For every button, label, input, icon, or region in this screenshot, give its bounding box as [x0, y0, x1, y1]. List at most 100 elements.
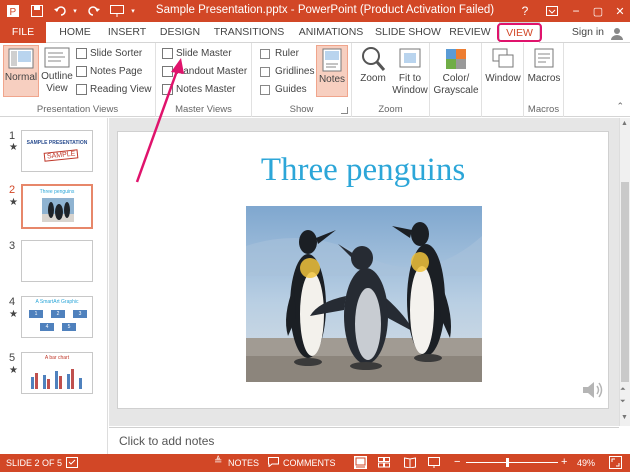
group-window: Window	[482, 43, 524, 117]
fit-slide-icon[interactable]	[609, 456, 622, 471]
fit-to-window-button[interactable]: Fit to Window	[392, 45, 428, 101]
proofing-icon[interactable]	[66, 457, 78, 470]
scrollbar-thumb[interactable]	[621, 182, 629, 382]
color-label-line1: Color/	[442, 73, 470, 84]
tab-transitions[interactable]: TRANSITIONS	[210, 22, 288, 43]
reading-view-button[interactable]: Reading View	[76, 84, 152, 95]
audio-speaker-icon[interactable]	[580, 378, 604, 402]
guides-check-box[interactable]	[260, 84, 270, 95]
thumb-4-box-1: 1	[29, 310, 43, 318]
zoom-out-icon[interactable]: −	[454, 456, 460, 468]
slide-thumbnail-2[interactable]: Three penguins	[21, 184, 93, 229]
title-bar: P ▾ ▾ Sample Presentation.pptx - PowerPo…	[0, 0, 630, 22]
help-button[interactable]: ?	[513, 0, 537, 22]
slide-master-button[interactable]: Slide Master	[162, 48, 232, 59]
comments-status-icon[interactable]	[268, 457, 279, 469]
ruler-checkbox[interactable]: Ruler	[260, 48, 299, 59]
slide-show-status-icon[interactable]	[428, 457, 440, 470]
reading-view-status-icon[interactable]	[404, 457, 416, 470]
thumb-2-image	[42, 198, 74, 222]
current-slide[interactable]: Three penguins	[117, 131, 609, 409]
fit-label-line2: Window	[392, 85, 428, 96]
macros-button[interactable]: Macros	[526, 45, 562, 97]
slide-thumbnail-1[interactable]: SAMPLE PRESENTATION SAMPLE	[21, 130, 93, 172]
vertical-scrollbar[interactable]: ▲ ⏶ ⏷ ▼	[619, 118, 630, 426]
penguin-photo[interactable]	[246, 206, 482, 382]
window-button[interactable]: Window	[484, 45, 522, 101]
sign-in-link[interactable]: Sign in	[572, 26, 604, 38]
thumb-number-3: 3	[9, 240, 16, 252]
slide-title[interactable]: Three penguins	[118, 152, 608, 189]
zoom-group-label: Zoom	[378, 104, 403, 115]
tab-file[interactable]: FILE	[0, 22, 46, 43]
handout-master-label: Handout Master	[176, 66, 248, 77]
restore-button[interactable]: ▢	[586, 0, 610, 22]
slide-thumbnail-5[interactable]: A bar chart	[21, 352, 93, 394]
notes-page-button[interactable]: Notes Page	[76, 66, 142, 77]
color-grayscale-button[interactable]: Color/ Grayscale	[432, 45, 480, 105]
notes-master-button[interactable]: Notes Master	[162, 84, 235, 95]
fit-to-window-icon	[399, 48, 421, 68]
outline-label-line1: Outline	[41, 71, 73, 82]
minimize-button[interactable]: −	[564, 0, 588, 22]
normal-view-button[interactable]: Normal	[3, 45, 39, 97]
macros-group-label: Macros	[527, 104, 560, 115]
gridlines-checkbox[interactable]: Gridlines	[260, 66, 314, 77]
customize-toolbar-icon[interactable]: ▾	[128, 2, 138, 20]
slide-thumbnail-4[interactable]: A SmartArt Graphic 1 2 3 4 5	[21, 296, 93, 338]
zoom-percentage[interactable]: 49%	[577, 458, 595, 468]
guides-checkbox[interactable]: Guides	[260, 84, 307, 95]
tab-review[interactable]: REVIEW	[447, 22, 493, 43]
notes-status-icon[interactable]: ≜	[214, 456, 222, 467]
tab-insert[interactable]: INSERT	[104, 22, 150, 43]
notes-status-button[interactable]: NOTES	[228, 458, 259, 468]
zoom-button[interactable]: Zoom	[356, 45, 390, 101]
comments-status-button[interactable]: COMMENTS	[283, 458, 336, 468]
notes-toggle-button[interactable]: Notes	[316, 45, 348, 97]
close-button[interactable]: ✕	[608, 0, 630, 22]
collapse-ribbon-icon[interactable]: ⌃	[616, 101, 624, 112]
window-label: Window	[485, 73, 521, 84]
thumb-5-title: A bar chart	[44, 355, 70, 361]
slide-sorter-status-icon[interactable]	[378, 457, 390, 470]
zoom-slider-thumb[interactable]	[506, 458, 509, 467]
group-presentation-views: Normal Outline View Slide Sorter Notes P…	[0, 43, 156, 117]
slide-sorter-button[interactable]: Slide Sorter	[76, 48, 142, 59]
start-slideshow-icon[interactable]	[108, 2, 126, 20]
zoom-in-icon[interactable]: +	[561, 456, 567, 468]
notes-pane[interactable]: Click to add notes	[109, 427, 619, 454]
notes-placeholder[interactable]: Click to add notes	[119, 434, 214, 448]
redo-icon[interactable]	[84, 2, 102, 20]
thumb-number-5: 5	[9, 352, 16, 364]
handout-master-icon	[162, 66, 173, 77]
thumb-star-1: ★	[9, 142, 18, 153]
notes-icon	[322, 48, 342, 72]
slide-editor: Three penguins	[109, 118, 619, 426]
tab-animations[interactable]: ANIMATIONS	[294, 22, 368, 43]
handout-master-button[interactable]: Handout Master	[162, 66, 247, 77]
tab-slide-show[interactable]: SLIDE SHOW	[374, 22, 442, 43]
thumb-number-2: 2	[9, 184, 16, 196]
slide-thumbnail-3[interactable]	[21, 240, 93, 282]
user-avatar-icon[interactable]	[610, 26, 624, 40]
gridlines-check-box[interactable]	[260, 66, 270, 77]
next-slide-icon[interactable]: ⏷	[620, 398, 626, 406]
scroll-down-icon[interactable]: ▼	[621, 414, 628, 421]
normal-view-icon	[8, 48, 34, 69]
ruler-check-box[interactable]	[260, 48, 270, 59]
previous-slide-icon[interactable]: ⏶	[620, 386, 626, 394]
undo-dropdown-icon[interactable]: ▾	[70, 2, 80, 20]
undo-icon[interactable]	[52, 2, 70, 20]
outline-view-button[interactable]: Outline View	[40, 45, 74, 101]
ribbon-display-options-icon[interactable]	[540, 0, 564, 22]
zoom-slider[interactable]	[466, 462, 558, 463]
ribbon: Normal Outline View Slide Sorter Notes P…	[0, 43, 630, 117]
ruler-label: Ruler	[275, 48, 299, 59]
scroll-up-icon[interactable]: ▲	[621, 120, 628, 127]
normal-view-status-icon[interactable]	[354, 456, 367, 469]
slide-sorter-label: Slide Sorter	[90, 48, 143, 59]
tab-home[interactable]: HOME	[53, 22, 97, 43]
show-dialog-launcher-icon[interactable]	[341, 107, 348, 114]
tab-design[interactable]: DESIGN	[156, 22, 204, 43]
save-icon[interactable]	[28, 2, 46, 20]
